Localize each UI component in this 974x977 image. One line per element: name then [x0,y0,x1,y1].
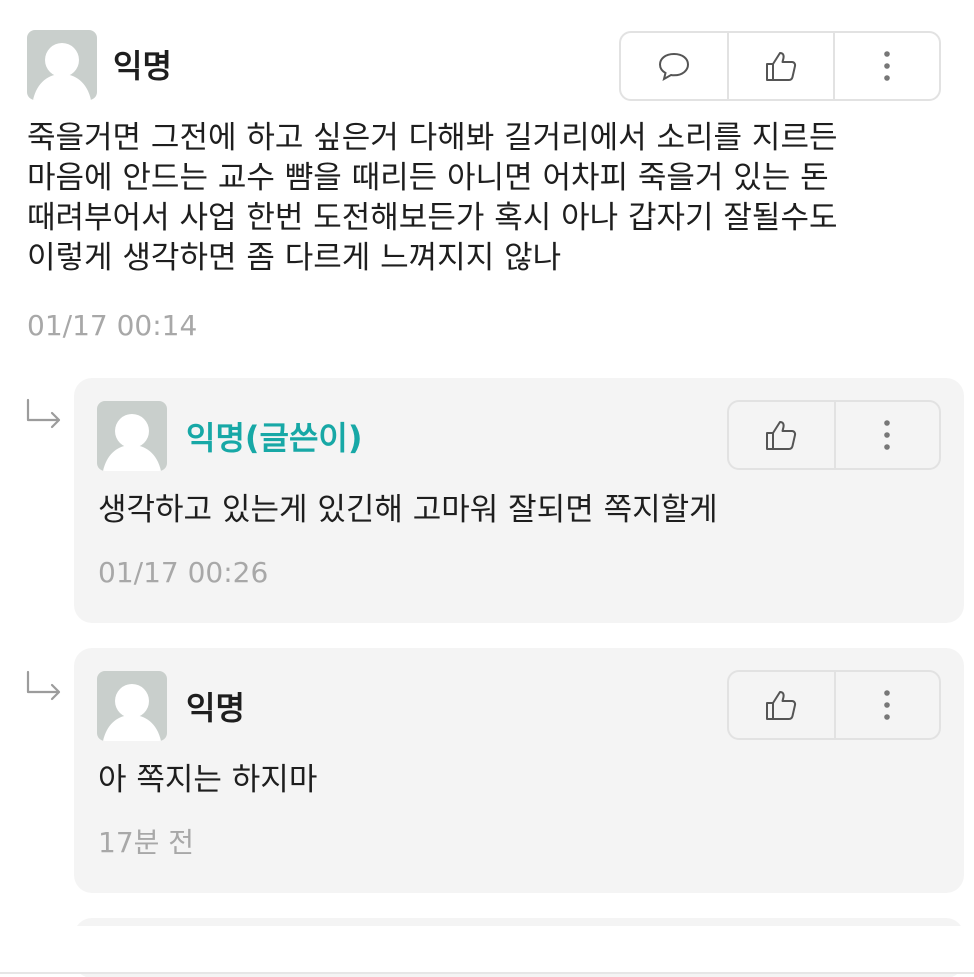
avatar-placeholder-icon [33,43,91,100]
reply-arrow-icon [26,670,61,701]
like-button[interactable] [729,672,834,738]
reply-card: 익명(글쓴이) 생각하고 있는게 있긴해 고마워 잘되면 쪽지할게 01/17 … [74,378,964,623]
like-button[interactable] [729,402,834,468]
reply-card: 익명 아 쪽지는 하지마 17분 전 [74,648,964,893]
avatar-placeholder-icon [103,414,161,471]
like-button[interactable] [727,33,833,99]
more-icon [884,420,891,450]
thumbs-up-icon [766,52,797,81]
avatar[interactable] [27,30,97,100]
comment-thread: 익명 죽을거면 그전에 하고 싶은거 다해봐 길거리에서 소리를 지르든 마음에… [0,0,974,977]
reply-timestamp: 17분 전 [98,826,195,859]
more-button[interactable] [833,402,939,468]
reply-timestamp: 01/17 00:26 [98,556,269,589]
more-icon [884,690,891,720]
comment-actions [619,31,941,101]
reply-author: 익명 [186,689,245,727]
thumbs-up-icon [766,691,797,720]
reply-actions [727,400,941,470]
reply-text: 아 쪽지는 하지마 [98,762,318,798]
avatar-placeholder-icon [103,684,161,741]
scroll-fade [0,926,974,972]
divider [0,972,974,974]
reply-button[interactable] [621,33,727,99]
reply-author: 익명(글쓴이) [186,419,363,457]
thumbs-up-icon [766,421,797,450]
reply-actions [727,670,941,740]
comment-text: 죽을거면 그전에 하고 싶은거 다해봐 길거리에서 소리를 지르든 마음에 안드… [27,120,838,276]
more-button[interactable] [833,672,939,738]
comment-timestamp: 01/17 00:14 [27,309,198,342]
avatar[interactable] [97,401,167,471]
more-button[interactable] [833,33,939,99]
avatar[interactable] [97,671,167,741]
more-icon [884,51,890,81]
reply-arrow-icon [26,398,61,429]
reply-text: 생각하고 있는게 있긴해 고마워 잘되면 쪽지할게 [98,492,718,528]
comment-author: 익명 [113,47,172,85]
reply-icon [658,52,690,81]
